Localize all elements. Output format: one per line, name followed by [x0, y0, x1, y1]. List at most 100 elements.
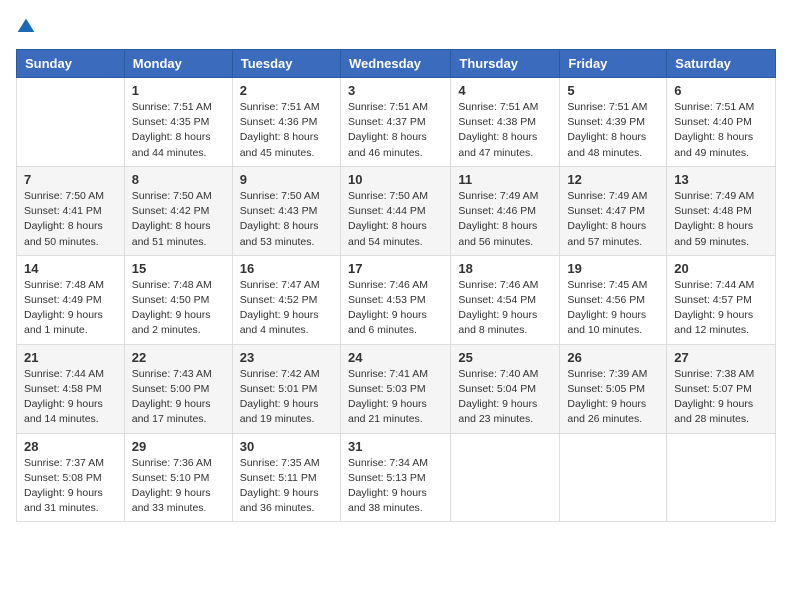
calendar-week-4: 21 Sunrise: 7:44 AMSunset: 4:58 PMDayligh… [17, 344, 776, 433]
calendar-cell: 8 Sunrise: 7:50 AMSunset: 4:42 PMDaylight… [124, 166, 232, 255]
day-number: 6 [674, 83, 768, 98]
calendar-cell: 24 Sunrise: 7:41 AMSunset: 5:03 PMDayligh… [340, 344, 450, 433]
day-info: Sunrise: 7:43 AMSunset: 5:00 PMDaylight:… [132, 367, 225, 428]
day-number: 28 [24, 439, 117, 454]
calendar-cell: 4 Sunrise: 7:51 AMSunset: 4:38 PMDaylight… [451, 78, 560, 167]
day-info: Sunrise: 7:49 AMSunset: 4:48 PMDaylight:… [674, 189, 768, 250]
calendar-cell: 26 Sunrise: 7:39 AMSunset: 5:05 PMDayligh… [560, 344, 667, 433]
calendar-cell: 21 Sunrise: 7:44 AMSunset: 4:58 PMDayligh… [17, 344, 125, 433]
day-number: 31 [348, 439, 443, 454]
weekday-header-friday: Friday [560, 50, 667, 78]
calendar-cell: 15 Sunrise: 7:48 AMSunset: 4:50 PMDayligh… [124, 255, 232, 344]
day-info: Sunrise: 7:44 AMSunset: 4:58 PMDaylight:… [24, 367, 117, 428]
day-number: 7 [24, 172, 117, 187]
day-number: 14 [24, 261, 117, 276]
day-number: 30 [240, 439, 333, 454]
calendar-cell: 19 Sunrise: 7:45 AMSunset: 4:56 PMDayligh… [560, 255, 667, 344]
day-info: Sunrise: 7:48 AMSunset: 4:49 PMDaylight:… [24, 278, 117, 339]
day-info: Sunrise: 7:40 AMSunset: 5:04 PMDaylight:… [458, 367, 552, 428]
calendar-cell: 23 Sunrise: 7:42 AMSunset: 5:01 PMDayligh… [232, 344, 340, 433]
calendar-week-1: 1Sunrise: 7:51 AMSunset: 4:35 PMDaylight… [17, 78, 776, 167]
calendar: SundayMondayTuesdayWednesdayThursdayFrid… [16, 49, 776, 522]
calendar-cell: 2 Sunrise: 7:51 AMSunset: 4:36 PMDaylight… [232, 78, 340, 167]
day-number: 21 [24, 350, 117, 365]
day-number: 22 [132, 350, 225, 365]
day-number: 26 [567, 350, 659, 365]
day-number: 27 [674, 350, 768, 365]
day-info: Sunrise: 7:51 AMSunset: 4:36 PMDaylight:… [240, 100, 333, 161]
weekday-header-tuesday: Tuesday [232, 50, 340, 78]
weekday-header-thursday: Thursday [451, 50, 560, 78]
day-number: 17 [348, 261, 443, 276]
day-number: 8 [132, 172, 225, 187]
day-number: 10 [348, 172, 443, 187]
calendar-cell: 20Sunrise: 7:44 AMSunset: 4:57 PMDayligh… [667, 255, 776, 344]
day-info: Sunrise: 7:50 AMSunset: 4:43 PMDaylight:… [240, 189, 333, 250]
day-info: Sunrise: 7:35 AMSunset: 5:11 PMDaylight:… [240, 456, 333, 517]
day-info: Sunrise: 7:45 AMSunset: 4:56 PMDaylight:… [567, 278, 659, 339]
day-info: Sunrise: 7:34 AMSunset: 5:13 PMDaylight:… [348, 456, 443, 517]
day-info: Sunrise: 7:47 AMSunset: 4:52 PMDaylight:… [240, 278, 333, 339]
day-number: 25 [458, 350, 552, 365]
day-number: 4 [458, 83, 552, 98]
day-info: Sunrise: 7:42 AMSunset: 5:01 PMDaylight:… [240, 367, 333, 428]
day-info: Sunrise: 7:51 AMSunset: 4:38 PMDaylight:… [458, 100, 552, 161]
weekday-header-sunday: Sunday [17, 50, 125, 78]
calendar-cell: 10 Sunrise: 7:50 AMSunset: 4:44 PMDayligh… [340, 166, 450, 255]
day-number: 3 [348, 83, 443, 98]
day-number: 24 [348, 350, 443, 365]
calendar-cell: 29Sunrise: 7:36 AMSunset: 5:10 PMDayligh… [124, 433, 232, 522]
day-info: Sunrise: 7:46 AMSunset: 4:54 PMDaylight:… [458, 278, 552, 339]
calendar-week-5: 28 Sunrise: 7:37 AMSunset: 5:08 PMDayligh… [17, 433, 776, 522]
calendar-cell [17, 78, 125, 167]
day-info: Sunrise: 7:36 AMSunset: 5:10 PMDaylight:… [132, 456, 225, 517]
day-number: 20 [674, 261, 768, 276]
calendar-cell: 22 Sunrise: 7:43 AMSunset: 5:00 PMDayligh… [124, 344, 232, 433]
day-number: 23 [240, 350, 333, 365]
day-number: 18 [458, 261, 552, 276]
calendar-cell: 7Sunrise: 7:50 AMSunset: 4:41 PMDaylight… [17, 166, 125, 255]
day-info: Sunrise: 7:49 AMSunset: 4:47 PMDaylight:… [567, 189, 659, 250]
day-info: Sunrise: 7:41 AMSunset: 5:03 PMDaylight:… [348, 367, 443, 428]
day-info: Sunrise: 7:50 AMSunset: 4:42 PMDaylight:… [132, 189, 225, 250]
calendar-cell: 18 Sunrise: 7:46 AMSunset: 4:54 PMDayligh… [451, 255, 560, 344]
day-info: Sunrise: 7:46 AMSunset: 4:53 PMDaylight:… [348, 278, 443, 339]
calendar-cell [451, 433, 560, 522]
calendar-cell: 16 Sunrise: 7:47 AMSunset: 4:52 PMDayligh… [232, 255, 340, 344]
calendar-cell: 6 Sunrise: 7:51 AMSunset: 4:40 PMDaylight… [667, 78, 776, 167]
day-info: Sunrise: 7:37 AMSunset: 5:08 PMDaylight:… [24, 456, 117, 517]
calendar-cell: 25 Sunrise: 7:40 AMSunset: 5:04 PMDayligh… [451, 344, 560, 433]
calendar-cell: 1Sunrise: 7:51 AMSunset: 4:35 PMDaylight… [124, 78, 232, 167]
day-info: Sunrise: 7:48 AMSunset: 4:50 PMDaylight:… [132, 278, 225, 339]
day-info: Sunrise: 7:51 AMSunset: 4:37 PMDaylight:… [348, 100, 443, 161]
calendar-cell [667, 433, 776, 522]
weekday-header-saturday: Saturday [667, 50, 776, 78]
day-info: Sunrise: 7:51 AMSunset: 4:40 PMDaylight:… [674, 100, 768, 161]
day-number: 19 [567, 261, 659, 276]
calendar-cell: 14 Sunrise: 7:48 AMSunset: 4:49 PMDayligh… [17, 255, 125, 344]
calendar-body: 1Sunrise: 7:51 AMSunset: 4:35 PMDaylight… [17, 78, 776, 522]
weekday-header-monday: Monday [124, 50, 232, 78]
calendar-cell [560, 433, 667, 522]
day-number: 1 [132, 83, 225, 98]
calendar-week-2: 7Sunrise: 7:50 AMSunset: 4:41 PMDaylight… [17, 166, 776, 255]
calendar-cell: 27 Sunrise: 7:38 AMSunset: 5:07 PMDayligh… [667, 344, 776, 433]
page-header [16, 16, 776, 37]
calendar-cell: 30 Sunrise: 7:35 AMSunset: 5:11 PMDayligh… [232, 433, 340, 522]
day-number: 16 [240, 261, 333, 276]
day-number: 11 [458, 172, 552, 187]
day-number: 2 [240, 83, 333, 98]
calendar-cell: 5 Sunrise: 7:51 AMSunset: 4:39 PMDaylight… [560, 78, 667, 167]
calendar-cell: 17 Sunrise: 7:46 AMSunset: 4:53 PMDayligh… [340, 255, 450, 344]
weekday-header-wednesday: Wednesday [340, 50, 450, 78]
day-number: 5 [567, 83, 659, 98]
day-info: Sunrise: 7:38 AMSunset: 5:07 PMDaylight:… [674, 367, 768, 428]
day-number: 15 [132, 261, 225, 276]
calendar-week-3: 14 Sunrise: 7:48 AMSunset: 4:49 PMDayligh… [17, 255, 776, 344]
day-info: Sunrise: 7:51 AMSunset: 4:39 PMDaylight:… [567, 100, 659, 161]
day-info: Sunrise: 7:39 AMSunset: 5:05 PMDaylight:… [567, 367, 659, 428]
calendar-cell: 12Sunrise: 7:49 AMSunset: 4:47 PMDayligh… [560, 166, 667, 255]
weekday-header-row: SundayMondayTuesdayWednesdayThursdayFrid… [17, 50, 776, 78]
logo-icon [16, 17, 36, 37]
day-info: Sunrise: 7:50 AMSunset: 4:44 PMDaylight:… [348, 189, 443, 250]
